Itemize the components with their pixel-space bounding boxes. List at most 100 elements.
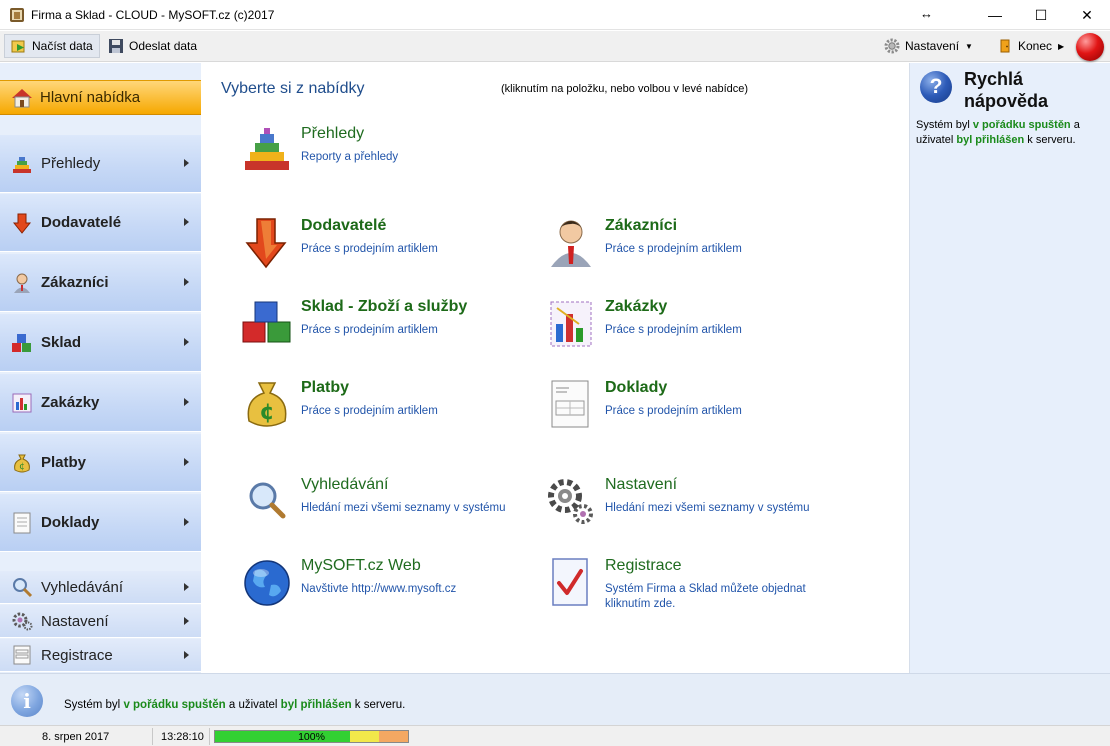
chart-icon [550,301,592,347]
sidebar-item-dodavatele[interactable]: Dodavatelé [0,194,201,252]
sidebar-item-zakaznici[interactable]: Zákazníci [0,254,201,312]
tile-description: Systém Firma a Sklad můžete objednat kli… [605,583,806,610]
tile-zakazky[interactable]: Zakázky Práce s prodejním artiklem [545,298,845,358]
gear-icon [884,38,900,54]
svg-text:¢: ¢ [19,462,25,472]
sidebar-item-nastaveni[interactable]: Nastavení [0,605,201,638]
tile-doklady[interactable]: Doklady Práce s prodejním artiklem [545,379,845,439]
sidebar-item-label: Přehledy [41,155,101,172]
quick-help-title: Rychlá nápověda [964,69,1049,111]
load-data-label: Načíst data [32,39,93,53]
tile-description: Hledání mezi všemi seznamy v systému [301,502,506,514]
resize-icon[interactable]: ↔ [920,6,933,21]
status-light-icon[interactable] [1076,33,1104,61]
sidebar-item-label: Nastavení [41,612,109,630]
tile-prehledy[interactable]: Přehledy Reporty a přehledy [241,125,541,185]
close-button[interactable]: ✕ [1064,0,1110,30]
help-text-highlight: v pořádku spuštěn [972,119,1071,131]
minimize-button[interactable]: — [972,0,1018,30]
sidebar-item-label: Platby [41,454,87,471]
door-exit-icon [1000,39,1010,53]
send-data-label: Odeslat data [129,39,198,53]
sidebar-item-vyhledavani[interactable]: Vyhledávání [0,571,201,604]
sidebar-item-platby[interactable]: ¢ Platby [0,434,201,492]
gears-icon [12,612,33,631]
document-icon [13,512,31,533]
tile-nastaveni[interactable]: Nastavení Hledání mezi všemi seznamy v s… [545,476,845,536]
tile-description: Hledání mezi všemi seznamy v systému [605,502,810,514]
chevron-right-icon: ▶ [1058,41,1065,51]
sidebar-item-registrace[interactable]: Registrace [0,639,201,672]
money-bag-icon: ¢ [247,382,287,427]
sidebar-item-zakazky[interactable]: Zakázky [0,374,201,432]
sidebar-item-label: Vyhledávání [41,578,124,596]
tile-title: Platby [301,379,350,396]
help-text-highlight: byl přihlášen [956,134,1025,146]
status-time: 13:28:10 [161,731,204,743]
sidebar-item-label: Registrace [41,646,113,664]
tile-description: Reporty a přehledy [301,151,399,163]
chevron-right-icon [184,517,189,526]
tile-title: Doklady [605,379,668,396]
info-text-highlight: v pořádku spuštěn [123,699,226,711]
sidebar-main-label: Hlavní nabídka [40,89,141,106]
chevron-right-icon [184,277,189,286]
person-icon [551,220,591,267]
send-data-button[interactable]: Odeslat data [101,34,204,58]
page-hint: (kliknutím na položku, nebo volbou v lev… [501,83,749,95]
tile-description: Práce s prodejním artiklem [605,324,742,336]
info-icon: i [11,685,43,717]
chevron-right-icon [184,651,189,659]
pyramid-icon [13,156,31,173]
title-bar: Firma a Sklad - CLOUD - MySOFT.cz (c)201… [0,0,1110,30]
checked-form-icon [552,558,588,606]
status-date: 8. srpen 2017 [42,731,110,743]
app-icon [10,8,24,22]
tile-zakaznici[interactable]: Zákazníci Práce s prodejním artiklem [545,217,845,277]
info-text-part: a uživatel [225,699,281,711]
chevron-right-icon [184,583,189,591]
exit-menu-button[interactable]: Konec ▶ [990,34,1071,58]
tile-vyhledavani[interactable]: Vyhledávání Hledání mezi všemi seznamy v… [241,476,541,536]
chevron-down-icon: ▼ [965,41,973,51]
tile-mysoft-web[interactable]: MySOFT.cz Web Navštivte http://www.mysof… [241,557,541,617]
tile-platby[interactable]: ¢ Platby Práce s prodejním artiklem [241,379,541,439]
tile-title: Nastavení [605,476,678,493]
cubes-icon [12,333,31,352]
sidebar-item-sklad[interactable]: Sklad [0,314,201,372]
window-title: Firma a Sklad - CLOUD - MySOFT.cz (c)201… [31,8,275,22]
quick-help-panel: ? Rychlá nápověda Systém byl v pořádku s… [909,63,1110,673]
tile-registrace[interactable]: Registrace Systém Firma a Sklad můžete o… [545,557,845,617]
progress-bar: 100% [214,730,409,743]
tile-dodavatele[interactable]: Dodavatelé Práce s prodejním artiklem [241,217,541,277]
help-text-part: k serveru. [1024,134,1076,146]
tile-title: Dodavatelé [301,217,387,234]
chevron-right-icon [184,617,189,625]
sidebar-item-label: Zákazníci [41,274,109,291]
sidebar-item-label: Sklad [41,334,82,351]
settings-menu-button[interactable]: Nastavení ▼ [877,34,980,58]
tile-title: Registrace [605,557,682,574]
maximize-button[interactable]: ☐ [1018,0,1064,30]
tile-title: Zákazníci [605,217,678,234]
load-data-button[interactable]: Načíst data [4,34,100,58]
page-title: Vyberte si z nabídky [221,80,365,97]
tile-description: Práce s prodejním artiklem [605,405,742,417]
status-separator [152,728,153,745]
question-icon: ? [920,71,952,103]
sidebar-item-main-menu[interactable]: Hlavní nabídka [0,80,201,115]
chevron-right-icon [184,457,189,466]
sidebar-item-label: Zakázky [41,394,100,411]
load-icon [11,40,25,53]
sidebar-item-doklady[interactable]: Doklady [0,494,201,552]
tile-sklad[interactable]: Sklad - Zboží a služby Práce s prodejním… [241,298,541,358]
chevron-right-icon [184,217,189,226]
arrow-down-icon [245,218,287,269]
sidebar-item-prehledy[interactable]: Přehledy [0,135,201,193]
tile-description: Práce s prodejním artiklem [301,405,438,417]
sidebar-item-label: Doklady [41,514,100,531]
info-text-part: Systém byl [64,699,124,711]
chevron-right-icon [184,158,189,167]
pyramid-icon [245,128,289,170]
status-separator [209,728,210,745]
